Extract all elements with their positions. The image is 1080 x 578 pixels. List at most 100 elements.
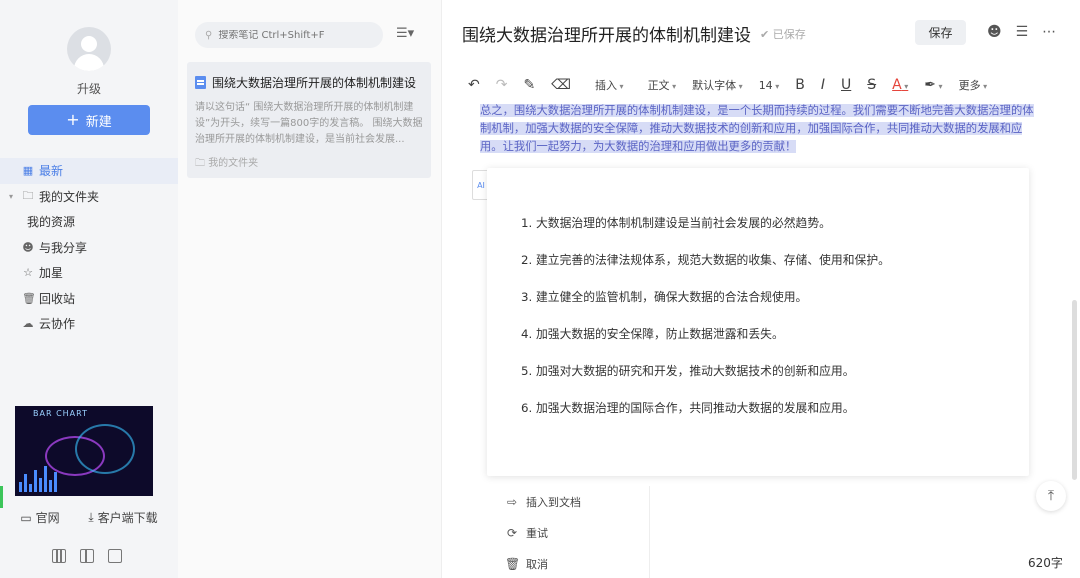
paragraph-style-dropdown[interactable]: 正文 <box>648 77 677 93</box>
three-column-layout-icon[interactable] <box>52 549 66 563</box>
download-icon: ⤓ <box>88 510 94 524</box>
search-icon: ⚲ <box>205 29 213 41</box>
save-button[interactable]: 保存 <box>915 20 966 45</box>
underline-button[interactable]: U <box>841 77 851 93</box>
trash-icon: 🗑 <box>22 291 36 305</box>
website-label: 官网 <box>35 511 60 525</box>
highlighted-paragraph: 总之，围绕大数据治理所开展的体制机制建设，是一个长期而持续的过程。我们需要不断地… <box>480 104 1034 153</box>
user-icon: ☻ <box>22 240 34 254</box>
refresh-icon: ⟳ <box>506 525 518 540</box>
retry-label: 重试 <box>526 526 548 540</box>
note-list-panel: ⚲ ☰▾ 围绕大数据治理所开展的体制机制建设 请以这句话“ 围绕大数据治理所开展… <box>178 0 442 578</box>
insert-label: 插入到文档 <box>526 495 581 509</box>
note-folder: 我的文件夹 <box>208 158 259 169</box>
ai-result-list: 1. 大数据治理的体制机制建设是当前社会发展的必然趋势。 2. 建立完善的法律法… <box>521 214 890 436</box>
format-painter-icon[interactable]: ✎ <box>523 77 535 93</box>
trash-icon: 🗑 <box>505 556 521 571</box>
upgrade-link[interactable]: 升级 <box>0 80 178 97</box>
scrollbar[interactable] <box>1072 300 1077 480</box>
side-tab[interactable] <box>0 486 3 508</box>
eraser-icon[interactable]: ⌫ <box>551 77 571 93</box>
outline-search-icon[interactable]: ☰ <box>1016 24 1029 40</box>
strikethrough-button[interactable]: S <box>867 77 876 93</box>
sidebar-item-my-folder[interactable]: ▾ 🗀 我的文件夹 <box>0 184 178 210</box>
search-box[interactable]: ⚲ <box>195 22 383 48</box>
document-title[interactable]: 围绕大数据治理所开展的体制机制建设 <box>462 21 751 46</box>
italic-button[interactable]: I <box>821 77 825 93</box>
ai-actions-menu: ⇨ 插入到文档 ⟳ 重试 🗑 取消 <box>487 486 650 578</box>
highlight-icon[interactable]: ✒ <box>924 77 942 93</box>
download-link[interactable]: ⤓ 客户端下载 <box>88 509 157 526</box>
grid-icon: ▦ <box>22 164 34 178</box>
star-icon: ☆ <box>23 266 33 280</box>
promo-thumbnail[interactable]: BAR CHART <box>15 406 153 496</box>
list-item: 1. 大数据治理的体制机制建设是当前社会发展的必然趋势。 <box>521 216 831 230</box>
arrow-up-icon: ⤒ <box>1047 488 1055 504</box>
sort-icon[interactable]: ☰▾ <box>396 26 414 41</box>
font-color-button[interactable]: A <box>892 77 908 93</box>
cancel-label: 取消 <box>526 557 548 571</box>
sidebar-nav: ▦ 最新 ▾ 🗀 我的文件夹 我的资源 ☻ 与我分享 ☆ 加星 🗑 回收站 ☁ … <box>0 158 178 337</box>
layout-switcher <box>52 549 122 563</box>
sidebar-item-label: 最新 <box>39 164 64 179</box>
format-toolbar: ↶ ↷ ✎ ⌫ 插入 正文 默认字体 14 B I U S A ✒ 更多 <box>468 75 1003 95</box>
check-circle-icon: ✔ <box>760 28 770 41</box>
search-input[interactable] <box>218 29 369 41</box>
sidebar-item-label: 回收站 <box>39 291 76 306</box>
avatar[interactable] <box>67 27 111 71</box>
note-snippet: 请以这句话“ 围绕大数据治理所开展的体制机制建设”为开头，续写一篇800字的发言… <box>195 102 423 145</box>
list-item: 3. 建立健全的监管机制，确保大数据的合法合规使用。 <box>521 290 808 304</box>
website-link[interactable]: ▭ 官网 <box>20 509 59 526</box>
cloud-icon: ☁ <box>22 317 34 331</box>
selected-text[interactable]: 总之，围绕大数据治理所开展的体制机制建设，是一个长期而持续的过程。我们需要不断地… <box>480 102 1040 156</box>
sidebar-item-label: 与我分享 <box>39 240 88 255</box>
new-button[interactable]: + 新建 <box>28 105 150 135</box>
insert-to-document-button[interactable]: ⇨ 插入到文档 <box>487 486 649 517</box>
sidebar-item-trash[interactable]: 🗑 回收站 <box>0 286 178 312</box>
chevron-down-icon[interactable]: ▾ <box>9 192 13 201</box>
list-item: 6. 加强大数据治理的国际合作，共同推动大数据的发展和应用。 <box>521 401 855 415</box>
sidebar-footer: ▭ 官网 ⤓ 客户端下载 <box>0 509 178 526</box>
editor: 围绕大数据治理所开展的体制机制建设 ✔ 已保存 保存 ☻ ☰ ⋯ ↶ ↷ ✎ ⌫… <box>442 0 1080 578</box>
bold-button[interactable]: B <box>795 77 805 93</box>
note-title: 围绕大数据治理所开展的体制机制建设 <box>212 76 417 90</box>
left-sidebar: 升级 + 新建 ▦ 最新 ▾ 🗀 我的文件夹 我的资源 ☻ 与我分享 ☆ 加星 … <box>0 0 178 578</box>
saved-status: ✔ 已保存 <box>760 26 806 42</box>
back-to-top-button[interactable]: ⤒ <box>1036 481 1066 511</box>
list-item: 5. 加强对大数据的研究和开发，推动大数据技术的创新和应用。 <box>521 364 855 378</box>
sidebar-item-latest[interactable]: ▦ 最新 <box>0 158 178 184</box>
cancel-button[interactable]: 🗑 取消 <box>487 548 649 578</box>
saved-label: 已保存 <box>772 28 806 41</box>
font-size-dropdown[interactable]: 14 <box>759 79 780 92</box>
sidebar-item-label: 我的资源 <box>27 215 76 230</box>
document-icon <box>195 76 206 89</box>
monitor-icon: ▭ <box>20 510 32 525</box>
two-column-layout-icon[interactable] <box>80 549 94 563</box>
sidebar-item-label: 云协作 <box>39 317 76 332</box>
sidebar-item-label: 我的文件夹 <box>39 189 100 204</box>
sidebar-item-shared[interactable]: ☻ 与我分享 <box>0 235 178 261</box>
redo-icon[interactable]: ↷ <box>496 77 508 93</box>
folder-icon: 🗀 <box>195 158 205 169</box>
sidebar-item-label: 加星 <box>39 266 64 281</box>
sidebar-item-starred[interactable]: ☆ 加星 <box>0 260 178 286</box>
font-family-dropdown[interactable]: 默认字体 <box>692 77 743 93</box>
more-icon[interactable]: ⋯ <box>1042 24 1056 40</box>
insert-dropdown[interactable]: 插入 <box>595 77 624 93</box>
sidebar-item-my-resources[interactable]: 我的资源 <box>0 209 178 235</box>
thumbnail-text: BAR CHART <box>33 409 88 418</box>
single-column-layout-icon[interactable] <box>108 549 122 563</box>
more-dropdown[interactable]: 更多 <box>959 77 988 93</box>
retry-button[interactable]: ⟳ 重试 <box>487 517 649 548</box>
undo-icon[interactable]: ↶ <box>468 77 480 93</box>
plus-icon: + <box>66 110 80 129</box>
folder-icon: 🗀 <box>22 188 34 202</box>
new-button-label: 新建 <box>85 114 112 130</box>
sidebar-item-cloud[interactable]: ☁ 云协作 <box>0 311 178 337</box>
ai-result-panel: 1. 大数据治理的体制机制建设是当前社会发展的必然趋势。 2. 建立完善的法律法… <box>487 168 1029 476</box>
note-card[interactable]: 围绕大数据治理所开展的体制机制建设 请以这句话“ 围绕大数据治理所开展的体制机制… <box>187 62 431 178</box>
share-user-icon[interactable]: ☻ <box>987 24 1002 40</box>
header-icons: ☻ ☰ ⋯ <box>987 24 1056 40</box>
download-label: 客户端下载 <box>97 511 158 525</box>
list-item: 4. 加强大数据的安全保障，防止数据泄露和丢失。 <box>521 327 784 341</box>
